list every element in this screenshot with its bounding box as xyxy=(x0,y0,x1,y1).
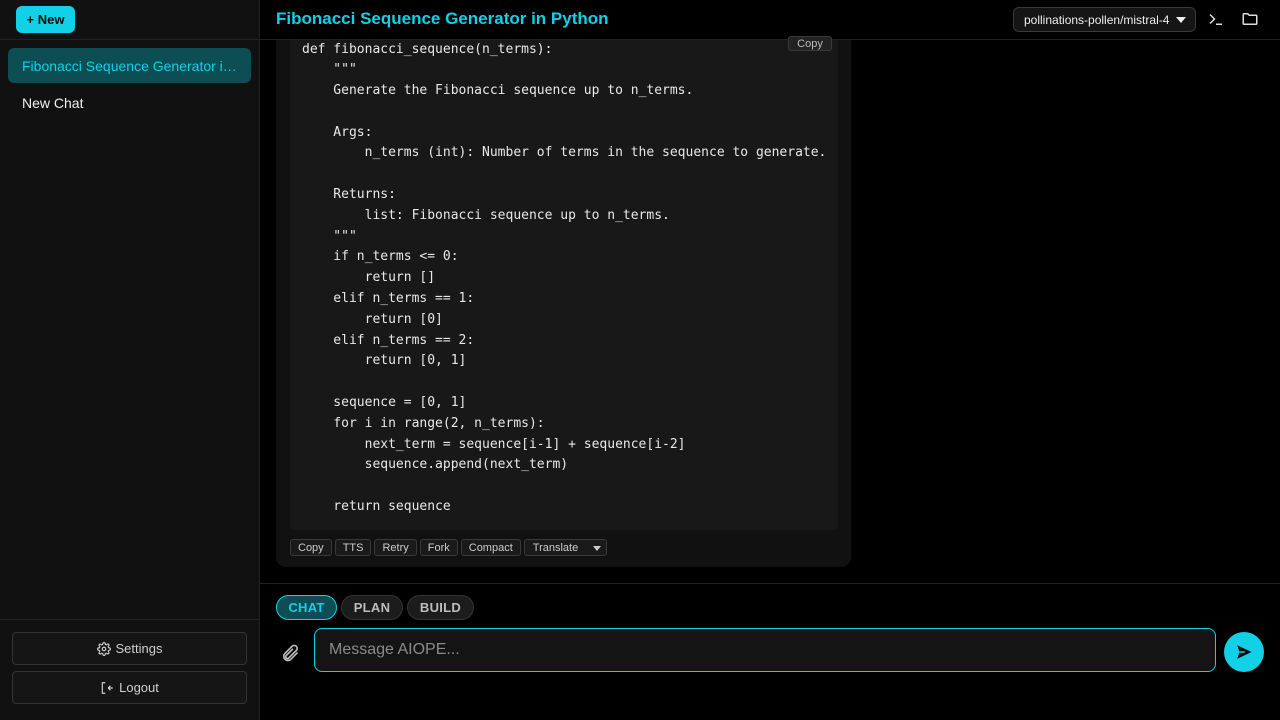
sidebar-chat-label: Fibonacci Sequence Generator in Python xyxy=(22,57,251,74)
code-line: elif n_terms == 1: xyxy=(302,291,475,306)
translate-select[interactable]: Translate xyxy=(523,539,607,556)
code-line: return [0] xyxy=(302,312,443,327)
header: Fibonacci Sequence Generator in Python p… xyxy=(260,0,1280,40)
settings-label: Settings xyxy=(115,641,163,656)
code-line: n_terms (int): Number of terms in the se… xyxy=(302,145,827,160)
sidebar-chat-item-active[interactable]: Fibonacci Sequence Generator in Python xyxy=(8,48,251,83)
paperclip-icon[interactable] xyxy=(280,643,300,663)
code-line: return [0, 1] xyxy=(302,353,467,368)
model-select[interactable]: pollinations-pollen/mistral-4 xyxy=(1013,7,1196,32)
page-title: Fibonacci Sequence Generator in Python xyxy=(276,9,609,28)
model-select-value: pollinations-pollen/mistral-4 xyxy=(1024,12,1170,27)
caret-down-icon xyxy=(1176,17,1186,23)
sidebar-chat-item[interactable]: New Chat xyxy=(8,85,251,120)
sidebar-divider xyxy=(0,619,259,620)
logout-button[interactable]: Logout xyxy=(12,671,247,704)
code-line: list: Fibonacci sequence up to n_terms. xyxy=(302,208,670,223)
code-line: Generate the Fibonacci sequence up to n_… xyxy=(302,83,694,98)
code-line: sequence.append(next_term) xyxy=(302,457,569,472)
compact-button[interactable]: Compact xyxy=(460,539,521,556)
mode-tab-chat[interactable]: CHAT xyxy=(276,595,337,620)
code-line: return [] xyxy=(302,270,436,285)
folder-icon[interactable] xyxy=(1241,10,1259,28)
caret-down-icon xyxy=(592,546,601,551)
code-line: if n_terms <= 0: xyxy=(302,249,459,264)
code-line: """ xyxy=(302,229,357,244)
app-root: + New Fibonacci Sequence Generator in Py… xyxy=(0,0,1280,720)
logout-label: Logout xyxy=(119,680,159,695)
code-line: elif n_terms == 2: xyxy=(302,333,475,348)
gear-icon xyxy=(96,641,111,656)
code-line: """ xyxy=(302,62,357,77)
tts-button[interactable]: TTS xyxy=(334,539,372,556)
code-block: Copy def fibonacci_sequence(n_terms): ""… xyxy=(290,36,838,530)
message-input[interactable] xyxy=(314,628,1216,672)
translate-label: Translate xyxy=(532,541,579,554)
code-line: return sequence xyxy=(302,499,451,514)
new-chat-button[interactable]: + New xyxy=(16,6,75,33)
code-line: for i in range(2, n_terms): xyxy=(302,416,545,431)
sidebar: + New Fibonacci Sequence Generator in Py… xyxy=(0,0,260,720)
mode-tab-plan[interactable]: PLAN xyxy=(341,595,403,620)
mode-tab-build[interactable]: BUILD xyxy=(407,595,474,620)
settings-button[interactable]: Settings xyxy=(12,632,247,665)
send-button[interactable] xyxy=(1224,632,1264,672)
assistant-message: Copy def fibonacci_sequence(n_terms): ""… xyxy=(276,36,851,567)
send-icon xyxy=(1237,645,1252,659)
retry-button[interactable]: Retry xyxy=(374,539,417,556)
copy-code-button[interactable]: Copy xyxy=(788,36,832,51)
fork-button[interactable]: Fork xyxy=(419,539,458,556)
logout-icon xyxy=(101,681,113,694)
code-line: next_term = sequence[i-1] + sequence[i-2… xyxy=(302,437,686,452)
code-line: Returns: xyxy=(302,187,396,202)
code-line: sequence = [0, 1] xyxy=(302,395,467,410)
composer-divider xyxy=(260,583,1280,584)
sidebar-chat-label: New Chat xyxy=(22,94,84,111)
code-line: Args: xyxy=(302,125,373,140)
message-actions: Copy TTS Retry Fork Compact Translate xyxy=(290,539,607,556)
copy-message-button[interactable]: Copy xyxy=(290,539,332,556)
sidebar-divider xyxy=(0,39,259,40)
terminal-icon[interactable] xyxy=(1207,10,1225,28)
code-line: def fibonacci_sequence(n_terms): xyxy=(302,42,553,57)
